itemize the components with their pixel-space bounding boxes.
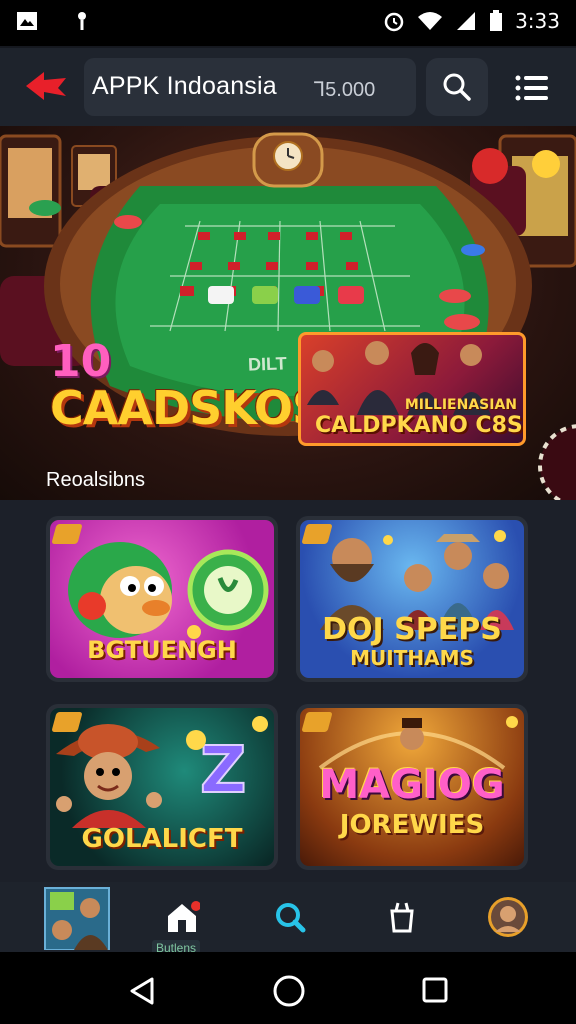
profile-avatar bbox=[488, 897, 528, 937]
game-thumbnail: BGTUENGH bbox=[50, 520, 274, 678]
game-thumbnail: MAGIOG JOREWIES bbox=[300, 708, 524, 866]
badge-tag bbox=[301, 524, 333, 544]
game-card[interactable]: BGTUENGH bbox=[46, 516, 278, 682]
nav-profile[interactable] bbox=[486, 882, 530, 952]
balance-value: Ꞁ5.000 bbox=[314, 79, 376, 101]
game-card[interactable]: Z GOLALICFT bbox=[46, 704, 278, 870]
game-title: GOLALICFT bbox=[81, 824, 243, 854]
search-button[interactable] bbox=[426, 58, 488, 116]
badge-tag bbox=[301, 712, 333, 732]
alarm-icon bbox=[384, 12, 404, 32]
promo-card[interactable]: MILLIENASIAN CALDPKANO C8S bbox=[298, 332, 526, 446]
back-arrow-icon[interactable] bbox=[22, 66, 70, 106]
svg-text:Z: Z bbox=[200, 734, 246, 808]
hero-banner[interactable]: 10 CAADSKOS DILT MILLIENASIAN CALDPKANO … bbox=[0, 126, 576, 500]
game-title: MAGIOG bbox=[319, 762, 505, 808]
promo-title: CALDPKANO C8S bbox=[315, 413, 523, 438]
nav-search[interactable] bbox=[268, 882, 312, 952]
system-nav-bar bbox=[0, 952, 576, 1024]
home-circle-icon[interactable] bbox=[272, 974, 306, 1008]
game-grid: BGTUENGH DOJ SPEPS MUITHAMS Z GOLALICFT … bbox=[0, 500, 576, 882]
wifi-icon bbox=[418, 12, 443, 30]
image-icon bbox=[17, 12, 37, 30]
nav-game-thumbnail[interactable] bbox=[44, 882, 110, 952]
game-subtitle: MUITHAMS bbox=[350, 646, 474, 670]
search-icon bbox=[276, 903, 306, 933]
clock: 3:33 bbox=[515, 9, 560, 33]
promo-subtitle: MILLIENASIAN bbox=[404, 397, 517, 413]
featured-game-logo: 10 CAADSKOS bbox=[50, 336, 325, 435]
recents-square-icon[interactable] bbox=[422, 977, 448, 1003]
game-thumbnail: Z GOLALICFT bbox=[50, 708, 274, 866]
status-bar: 3:33 bbox=[0, 0, 576, 46]
home-icon bbox=[168, 901, 200, 932]
game-thumbnail: DOJ SPEPS MUITHAMS bbox=[300, 520, 524, 678]
battery-icon bbox=[490, 10, 503, 31]
felt-text: DILT bbox=[247, 353, 287, 375]
back-triangle-icon[interactable] bbox=[128, 976, 156, 1006]
featured-title: CAADSKOS bbox=[50, 381, 325, 435]
signal-icon bbox=[457, 12, 476, 30]
basket-icon bbox=[390, 902, 414, 933]
game-card[interactable]: MAGIOG JOREWIES bbox=[296, 704, 528, 870]
hamburger-menu-icon bbox=[515, 75, 548, 101]
game-card[interactable]: DOJ SPEPS MUITHAMS bbox=[296, 516, 528, 682]
game-title: BGTUENGH bbox=[87, 636, 237, 664]
section-label: Reoalsibns bbox=[46, 469, 145, 491]
badge-tag bbox=[51, 524, 83, 544]
nav-basket[interactable] bbox=[380, 882, 424, 952]
search-icon bbox=[443, 73, 471, 101]
game-thumbnail-icon bbox=[44, 887, 110, 950]
bottom-nav: Butlens bbox=[0, 882, 576, 956]
app-bar: APPK Indoansia Ꞁ5.000 bbox=[0, 48, 576, 126]
app-title: APPK Indoansia bbox=[92, 72, 277, 100]
game-subtitle: JOREWIES bbox=[339, 810, 485, 840]
game-title: DOJ SPEPS bbox=[322, 612, 502, 647]
location-icon bbox=[78, 12, 86, 30]
badge-tag bbox=[51, 712, 83, 732]
menu-button[interactable] bbox=[504, 66, 560, 110]
